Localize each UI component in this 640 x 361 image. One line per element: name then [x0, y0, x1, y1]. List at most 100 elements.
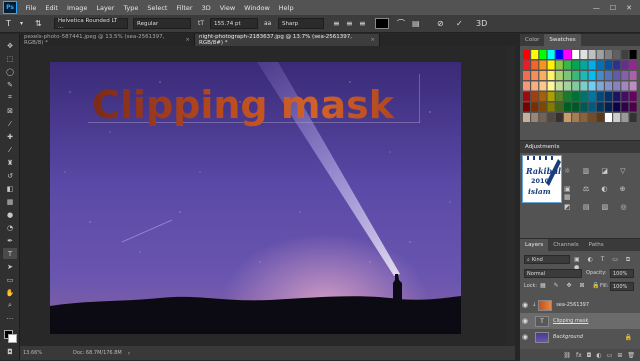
- fill-input[interactable]: 100%: [610, 282, 634, 291]
- swatch[interactable]: [621, 102, 629, 112]
- orientation-toggle-icon[interactable]: ⇅: [35, 18, 42, 29]
- align-left-icon[interactable]: ≡: [333, 18, 340, 29]
- layer-name[interactable]: Clipping mask: [553, 318, 588, 324]
- menu-select[interactable]: Select: [143, 4, 172, 12]
- quick-select-tool-icon[interactable]: ✎: [3, 79, 17, 90]
- layer-filter-select[interactable]: ⌕ Kind: [524, 255, 570, 264]
- tab-paths[interactable]: Paths: [584, 239, 609, 251]
- dodge-tool-icon[interactable]: ◔: [3, 222, 17, 233]
- menu-3d[interactable]: 3D: [197, 4, 215, 12]
- layer-row-clipping-mask[interactable]: ◉ T Clipping mask: [520, 313, 640, 329]
- type-tool-icon[interactable]: T: [3, 248, 17, 259]
- eraser-tool-icon[interactable]: ◧: [3, 183, 17, 194]
- swatch[interactable]: [572, 60, 580, 70]
- tab-channels[interactable]: Channels: [548, 239, 583, 251]
- swatch[interactable]: [605, 71, 612, 80]
- tab-layers[interactable]: Layers: [520, 239, 549, 251]
- rectangle-tool-icon[interactable]: ▭: [3, 274, 17, 285]
- layer-row-background[interactable]: ◉ Background 🔒: [520, 329, 640, 345]
- align-center-icon[interactable]: ≡: [346, 18, 353, 29]
- swatch[interactable]: [613, 92, 621, 101]
- delete-layer-icon[interactable]: 🗑: [627, 352, 635, 359]
- layer-name[interactable]: sea-2561397: [556, 302, 589, 308]
- new-layer-icon[interactable]: ⊞: [617, 352, 622, 359]
- swatch[interactable]: [605, 92, 612, 101]
- swatch[interactable]: [588, 81, 596, 91]
- commit-edit-icon[interactable]: ✓: [456, 18, 463, 29]
- warp-text-icon[interactable]: ⌒: [397, 18, 405, 29]
- swatch[interactable]: [547, 92, 555, 101]
- adjustment-icons-row-1[interactable]: ☼ ▥ ◪ ▽: [564, 167, 631, 175]
- swatch[interactable]: [629, 71, 637, 80]
- swatch[interactable]: [564, 102, 571, 112]
- swatch[interactable]: [596, 50, 604, 59]
- menu-help[interactable]: Help: [274, 4, 298, 12]
- clipping-mask-text[interactable]: Clipping mask: [92, 83, 395, 127]
- swatch[interactable]: [523, 92, 530, 101]
- swatch[interactable]: [596, 113, 604, 122]
- eyedropper-tool-icon[interactable]: ⁄: [3, 118, 17, 129]
- clone-stamp-tool-icon[interactable]: ♜: [3, 157, 17, 168]
- swatch[interactable]: [555, 60, 563, 70]
- blend-mode-select[interactable]: Normal: [524, 269, 582, 278]
- adjustment-layer-icon[interactable]: ◐: [596, 352, 601, 359]
- visibility-eye-icon[interactable]: ◉: [520, 333, 530, 341]
- swatch[interactable]: [531, 60, 539, 70]
- swatch[interactable]: [613, 50, 621, 59]
- link-layers-icon[interactable]: ⛓: [563, 352, 571, 359]
- swatch[interactable]: [605, 102, 612, 112]
- zoom-level[interactable]: 13.66%: [23, 350, 53, 356]
- menu-file[interactable]: File: [21, 4, 41, 12]
- swatch[interactable]: [613, 113, 621, 122]
- swatch[interactable]: [523, 113, 530, 122]
- menu-view[interactable]: View: [215, 4, 239, 12]
- swatch[interactable]: [547, 81, 555, 91]
- swatch[interactable]: [572, 102, 580, 112]
- swatch[interactable]: [588, 71, 596, 80]
- swatch[interactable]: [523, 81, 530, 91]
- text-color-swatch[interactable]: [375, 18, 389, 29]
- swatch[interactable]: [621, 50, 629, 59]
- 3d-text-icon[interactable]: 3D: [476, 18, 487, 29]
- opacity-input[interactable]: 100%: [610, 269, 634, 278]
- swatch[interactable]: [596, 92, 604, 101]
- swatch[interactable]: [539, 60, 547, 70]
- menu-window[interactable]: Window: [240, 4, 275, 12]
- swatch[interactable]: [555, 81, 563, 91]
- menu-image[interactable]: Image: [62, 4, 91, 12]
- swatch[interactable]: [572, 92, 580, 101]
- swatch[interactable]: [564, 71, 571, 80]
- swatch[interactable]: [531, 81, 539, 91]
- add-mask-icon[interactable]: ◘: [587, 352, 592, 359]
- adjustment-icons-row-2[interactable]: ▣ ⚖ ◐ ⊕ ▦: [564, 185, 640, 201]
- swatch[interactable]: [580, 81, 588, 91]
- swatch[interactable]: [605, 60, 612, 70]
- swatch[interactable]: [621, 60, 629, 70]
- gradient-tool-icon[interactable]: ▦: [3, 196, 17, 207]
- history-brush-tool-icon[interactable]: ↺: [3, 170, 17, 181]
- swatch[interactable]: [629, 113, 637, 122]
- swatch[interactable]: [629, 92, 637, 101]
- layer-name[interactable]: Background: [553, 334, 583, 340]
- swatch[interactable]: [531, 113, 539, 122]
- swatch[interactable]: [531, 92, 539, 101]
- swatch[interactable]: [547, 102, 555, 112]
- swatch[interactable]: [621, 81, 629, 91]
- crop-tool-icon[interactable]: ⌗: [3, 92, 17, 103]
- tab-night-photograph[interactable]: night-photograph-2183637.jpg @ 13.7% (se…: [195, 34, 380, 46]
- vertical-scrollbar[interactable]: [507, 46, 515, 346]
- font-size-input[interactable]: 155.74 pt: [210, 18, 258, 29]
- brush-tool-icon[interactable]: ⁄: [3, 144, 17, 155]
- tab-pexels-photo[interactable]: pexels-photo-587441.jpeg @ 13.5% (sea-25…: [20, 34, 195, 46]
- swatch[interactable]: [629, 81, 637, 91]
- swatch[interactable]: [596, 60, 604, 70]
- swatch[interactable]: [572, 71, 580, 80]
- swatch[interactable]: [613, 71, 621, 80]
- swatch[interactable]: [531, 102, 539, 112]
- antialias-select[interactable]: Sharp: [278, 18, 324, 29]
- layer-row-sea[interactable]: ◉ ↓ sea-2561397: [520, 297, 640, 313]
- swatch[interactable]: [523, 102, 530, 112]
- group-icon[interactable]: ▭: [607, 352, 613, 359]
- swatch[interactable]: [621, 113, 629, 122]
- align-right-icon[interactable]: ≡: [359, 18, 366, 29]
